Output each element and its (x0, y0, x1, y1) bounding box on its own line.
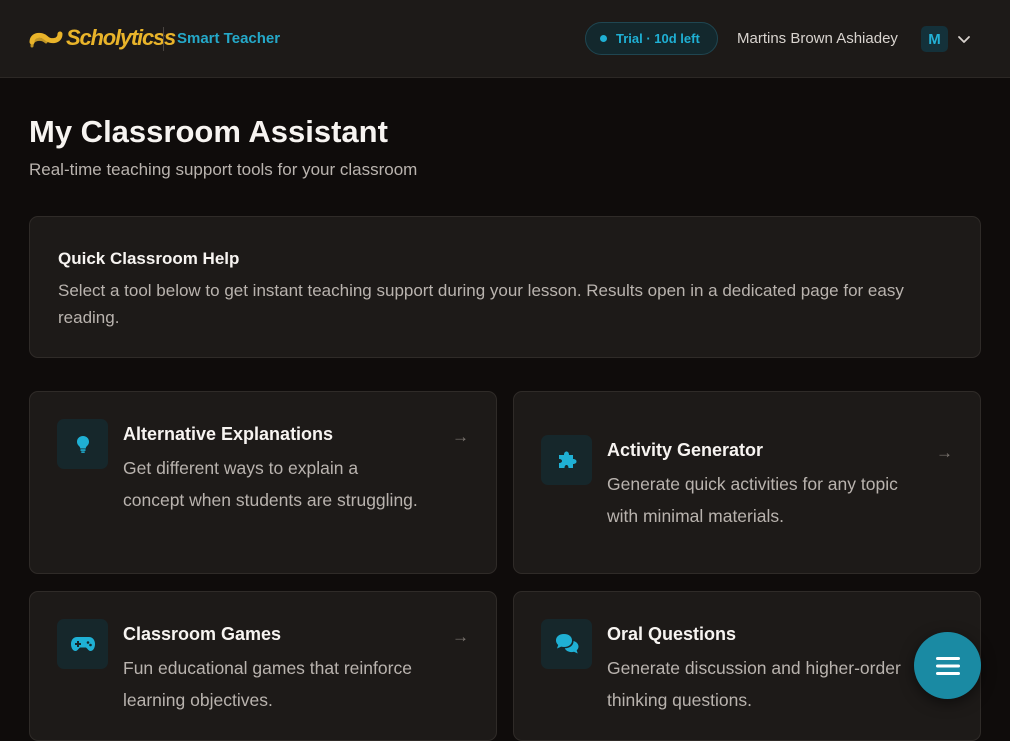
user-name[interactable]: Martins Brown Ashiadey (737, 30, 898, 47)
tool-description: Generate discussion and higher-order thi… (607, 658, 901, 710)
lightbulb-icon (57, 419, 108, 469)
logo-icon (29, 31, 63, 48)
tool-description: Generate quick activities for any topic … (607, 474, 898, 526)
arrow-right-icon: → (936, 443, 953, 462)
chevron-down-icon[interactable] (956, 31, 972, 47)
brand-logo[interactable]: Scholyticss (28, 24, 176, 52)
tool-description: Fun educational games that reinforce lea… (123, 658, 412, 710)
arrow-right-icon: → (452, 627, 469, 646)
trial-badge-label: Trial · 10d left (616, 31, 700, 46)
page-subtitle: Real-time teaching support tools for you… (29, 160, 418, 179)
chat-bubbles-icon (541, 619, 592, 669)
tool-title: Classroom Games (123, 624, 282, 644)
tool-card-activity-generator[interactable]: Activity Generator Generate quick activi… (513, 391, 981, 574)
menu-icon (935, 656, 960, 675)
status-dot-icon (600, 35, 607, 42)
brand-divider (163, 27, 164, 51)
floating-menu-button[interactable] (914, 632, 981, 699)
help-card-title: Quick Classroom Help (58, 249, 240, 268)
puzzle-icon (541, 435, 592, 485)
avatar[interactable]: M (921, 26, 948, 52)
gamepad-icon (57, 619, 108, 669)
arrow-right-icon: → (452, 427, 469, 446)
app-name: Smart Teacher (177, 30, 281, 47)
help-card-description: Select a tool below to get instant teach… (58, 281, 904, 327)
top-bar: Scholyticss Smart Teacher Trial · 10d le… (0, 0, 1010, 78)
tool-card-oral-questions[interactable]: Oral Questions Generate discussion and h… (513, 591, 981, 741)
tool-description: Get different ways to explain a concept … (123, 458, 418, 510)
logo-text: Scholyticss (66, 25, 176, 50)
tool-title: Alternative Explanations (123, 424, 334, 444)
tool-card-classroom-games[interactable]: Classroom Games Fun educational games th… (29, 591, 497, 741)
page-title: My Classroom Assistant (29, 114, 388, 149)
trial-badge[interactable]: Trial · 10d left (585, 22, 718, 55)
tool-title: Activity Generator (607, 440, 764, 460)
tool-title: Oral Questions (607, 624, 737, 644)
quick-help-card: Quick Classroom Help Select a tool below… (29, 216, 981, 358)
tool-card-alternative-explanations[interactable]: Alternative Explanations Get different w… (29, 391, 497, 574)
